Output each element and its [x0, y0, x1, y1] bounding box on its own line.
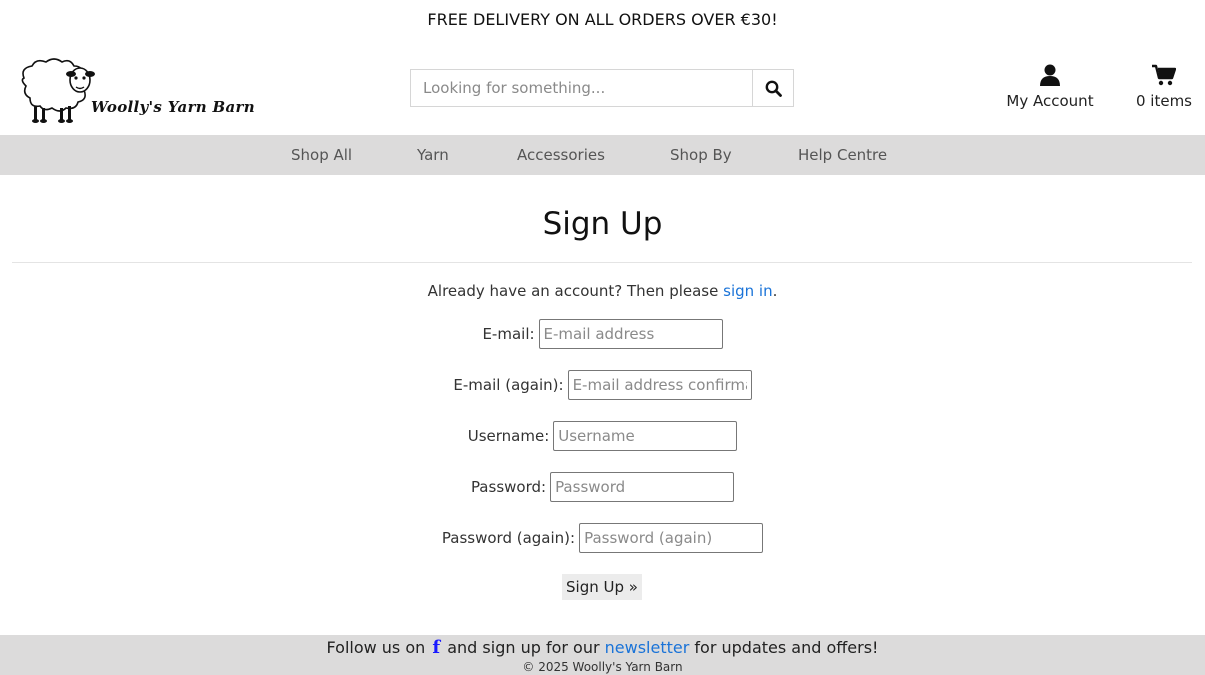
- email-label: E-mail:: [482, 325, 535, 343]
- newsletter-link[interactable]: newsletter: [605, 638, 690, 657]
- nav-item-accessories[interactable]: Accessories: [517, 135, 605, 175]
- nav-item-yarn[interactable]: Yarn: [417, 135, 449, 175]
- email-again-label: E-mail (again):: [453, 376, 564, 394]
- page-title: Sign Up: [542, 206, 663, 242]
- email-confirm-field[interactable]: [567, 370, 752, 400]
- search-button[interactable]: [752, 70, 793, 106]
- password-again-label: Password (again):: [441, 529, 576, 547]
- search-bar: [410, 69, 794, 107]
- form-row-email: E-mail:: [0, 319, 1205, 349]
- my-account-label: My Account: [1006, 92, 1094, 110]
- cart-icon: [1152, 64, 1177, 86]
- search-icon: [765, 80, 782, 97]
- site-footer: Follow us on f and sign up for our newsl…: [0, 635, 1205, 675]
- copyright-text: © 2025 Woolly's Yarn Barn: [522, 660, 683, 674]
- search-input[interactable]: [411, 70, 752, 106]
- nav-item-help-centre[interactable]: Help Centre: [798, 135, 887, 175]
- site-logo[interactable]: Woolly's Yarn Barn: [14, 56, 274, 124]
- footer-prefix-text: Follow us on: [326, 638, 426, 657]
- nav-item-shop-all[interactable]: Shop All: [291, 135, 352, 175]
- facebook-icon[interactable]: f: [432, 637, 440, 658]
- cart-count-label: 0 items: [1135, 92, 1192, 110]
- form-row-password: Password:: [0, 472, 1205, 502]
- footer-follow-line: Follow us on f and sign up for our newsl…: [0, 637, 1205, 658]
- signin-prompt: Already have an account? Then please sig…: [0, 282, 1205, 300]
- form-row-password-again: Password (again):: [0, 523, 1205, 553]
- site-header: Woolly's Yarn Barn My Account 0 items: [0, 40, 1205, 135]
- username-field[interactable]: [553, 421, 738, 451]
- nav-item-shop-by[interactable]: Shop By: [670, 135, 732, 175]
- title-divider: [12, 262, 1192, 263]
- password-confirm-field[interactable]: [579, 523, 764, 553]
- footer-middle-text: and sign up for our: [447, 638, 600, 657]
- form-row-username: Username:: [0, 421, 1205, 451]
- signin-prefix-text: Already have an account? Then please: [427, 282, 724, 300]
- delivery-banner: FREE DELIVERY ON ALL ORDERS OVER €30!: [427, 10, 778, 29]
- footer-suffix-text: for updates and offers!: [694, 638, 879, 657]
- email-field[interactable]: [538, 319, 723, 349]
- signin-link[interactable]: sign in: [723, 282, 772, 300]
- main-nav: Shop All Yarn Accessories Shop By Help C…: [0, 135, 1205, 175]
- logo-text: Woolly's Yarn Barn: [91, 98, 255, 116]
- form-row-email-again: E-mail (again):: [0, 370, 1205, 400]
- user-icon: [1040, 64, 1060, 86]
- sign-up-button[interactable]: Sign Up »: [562, 574, 642, 600]
- my-account-link[interactable]: My Account: [1000, 64, 1100, 110]
- signin-suffix-text: .: [772, 282, 778, 300]
- username-label: Username:: [467, 427, 550, 445]
- password-field[interactable]: [550, 472, 735, 502]
- cart-link[interactable]: 0 items: [1130, 64, 1198, 110]
- password-label: Password:: [470, 478, 547, 496]
